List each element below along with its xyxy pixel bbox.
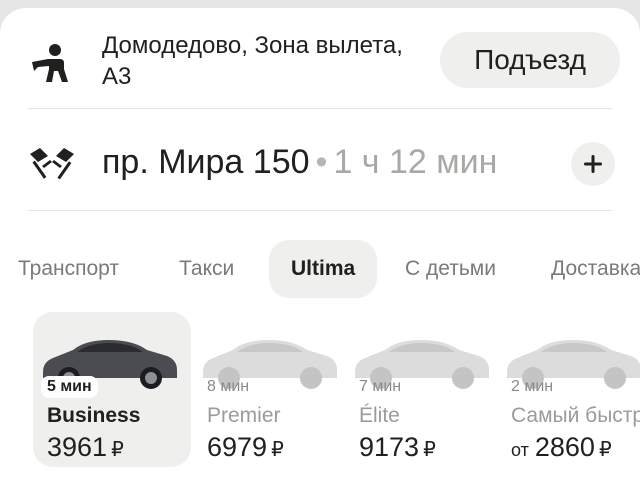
price-prefix: от xyxy=(511,440,529,460)
route-to-row[interactable]: пр. Мира 150 • 1 ч 12 мин xyxy=(0,126,640,196)
category-tabs: Транспорт Такси Ultima С детьми Доставка xyxy=(0,240,640,298)
destination[interactable]: пр. Мира 150 • 1 ч 12 мин xyxy=(102,140,497,184)
order-sheet: Домодедово, Зона вылета, А3 Подъезд пр. … xyxy=(0,8,640,487)
currency: ₽ xyxy=(423,439,436,461)
tab-with-kids[interactable]: С детьми xyxy=(405,240,496,298)
tariff-name: Самый быстрый xyxy=(511,404,640,427)
tariff-eta: 5 мин xyxy=(41,376,98,398)
tariff-card-premier[interactable]: 8 мин Premier 6979 ₽ xyxy=(193,312,351,467)
tariff-name: Business xyxy=(47,404,141,427)
entrance-button[interactable]: Подъезд xyxy=(440,32,620,88)
tariff-price: 9173 ₽ xyxy=(359,432,436,463)
tariff-eta: 8 мин xyxy=(207,378,250,395)
price-value: 2860 xyxy=(534,432,595,462)
tab-ultima[interactable]: Ultima xyxy=(269,240,378,298)
tariff-price: от 2860 ₽ xyxy=(511,432,612,463)
tariff-price: 3961 ₽ xyxy=(47,432,124,463)
price-value: 3961 xyxy=(47,432,108,462)
pickup-address[interactable]: Домодедово, Зона вылета, А3 xyxy=(102,30,432,92)
currency: ₽ xyxy=(598,439,612,461)
divider xyxy=(28,108,612,109)
tariff-eta: 2 мин xyxy=(511,378,554,395)
tariff-name: Premier xyxy=(207,404,281,427)
currency: ₽ xyxy=(271,439,284,461)
route-from-row[interactable]: Домодедово, Зона вылета, А3 Подъезд xyxy=(0,8,640,108)
tab-delivery[interactable]: Доставка xyxy=(551,240,640,298)
separator-dot: • xyxy=(315,143,328,181)
add-stop-button[interactable] xyxy=(571,142,615,186)
destination-address: пр. Мира 150 xyxy=(102,143,310,181)
tariff-card-business[interactable]: 5 мин Business 3961 ₽ xyxy=(33,312,191,467)
tariff-card-elite[interactable]: 7 мин Élite 9173 ₽ xyxy=(345,312,503,467)
tab-taxi[interactable]: Такси xyxy=(179,240,234,298)
price-value: 6979 xyxy=(207,432,268,462)
tab-transport[interactable]: Транспорт xyxy=(18,240,119,298)
person-pin-icon xyxy=(32,44,68,82)
tariff-eta: 7 мин xyxy=(359,378,402,395)
currency: ₽ xyxy=(111,439,124,461)
tariff-cards: 5 мин Business 3961 ₽ 8 мин Premier 6979 ₽… xyxy=(0,312,640,472)
tariff-price: 6979 ₽ xyxy=(207,432,284,463)
tariff-name: Élite xyxy=(359,404,400,427)
tariff-card-fastest[interactable]: 2 мин Самый быстрый от2860₽ xyxy=(497,312,640,467)
trip-duration: 1 ч 12 мин xyxy=(333,143,498,181)
divider xyxy=(28,210,612,211)
finish-flags-icon xyxy=(30,148,74,180)
plus-icon xyxy=(584,155,602,173)
price-value: 9173 xyxy=(359,432,420,462)
